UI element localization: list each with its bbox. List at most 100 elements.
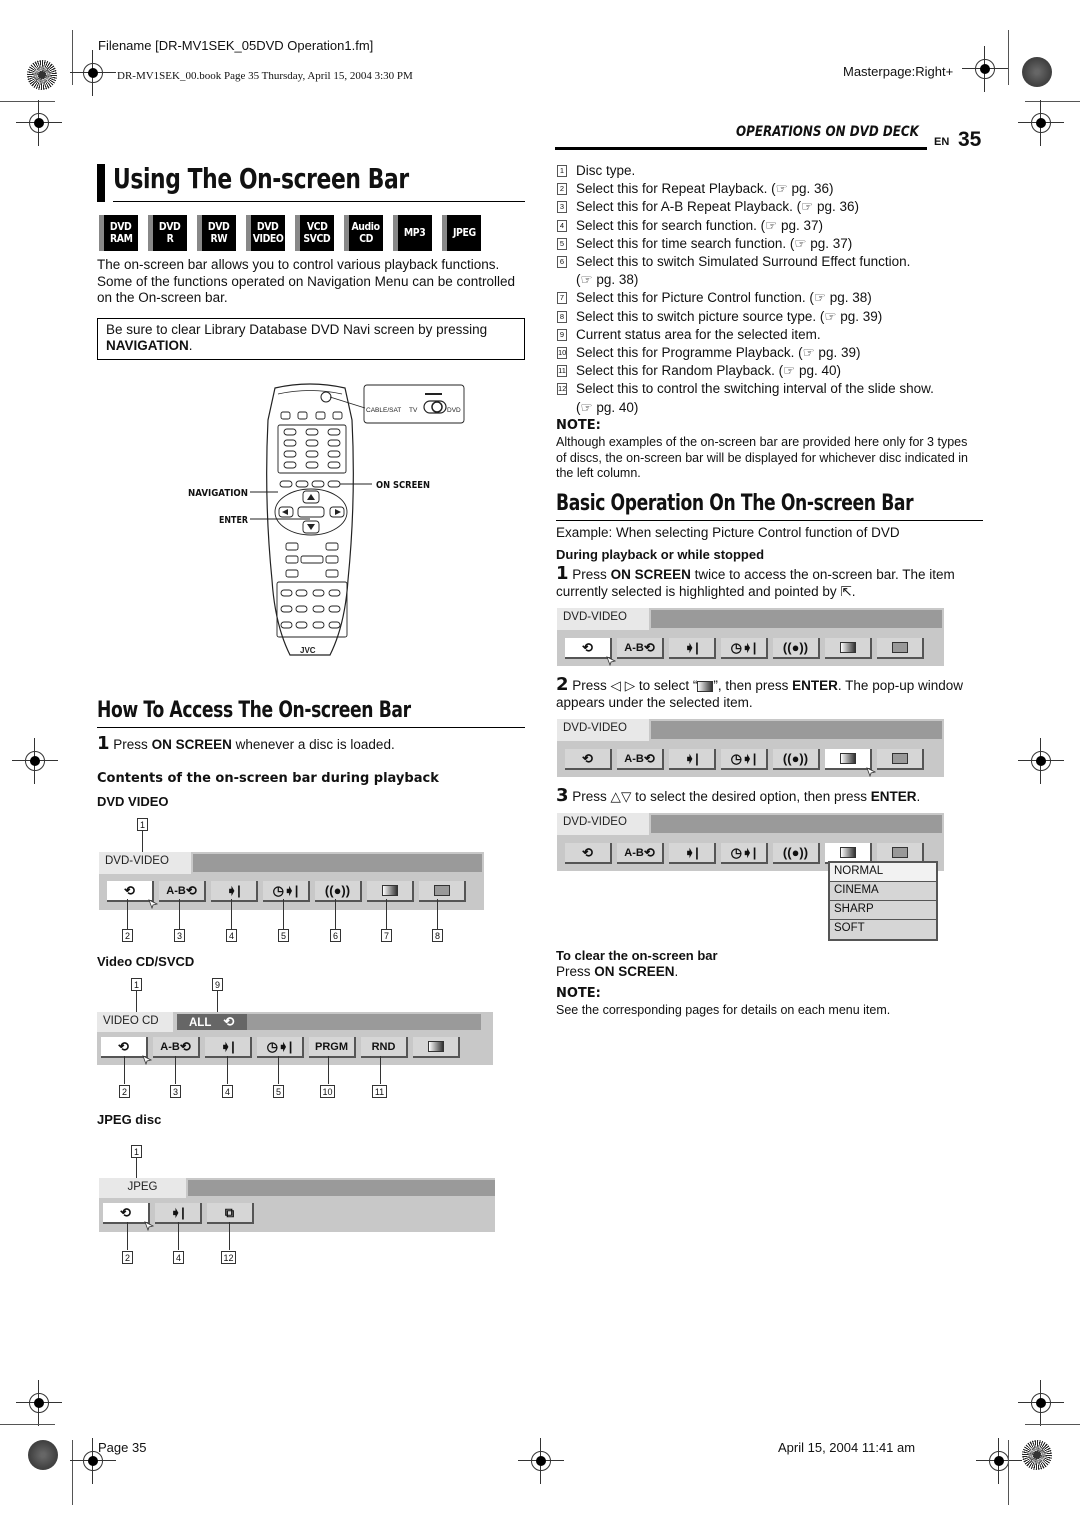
- repeat-button[interactable]: ⟲: [103, 1203, 154, 1231]
- popup-option-sharp[interactable]: SHARP: [830, 901, 936, 920]
- picture-control-button[interactable]: [825, 749, 876, 777]
- picture-source-button[interactable]: [877, 638, 924, 659]
- callout-line: [328, 1056, 329, 1084]
- search-button[interactable]: ➧|: [669, 843, 716, 864]
- search-button[interactable]: ➧|: [669, 749, 716, 770]
- ab-repeat-button[interactable]: A-B ⟲: [617, 843, 664, 864]
- bar-disc-label: DVD-VIDEO: [557, 719, 649, 741]
- badge-dvd-rw: DVD RW: [197, 215, 236, 251]
- legend-item: 10 Select this for Programme Playback. (☞…: [557, 345, 861, 361]
- repeat-button[interactable]: ⟲: [101, 1037, 152, 1065]
- surround-button[interactable]: ((●)): [773, 843, 820, 864]
- subheading-playback: During playback or while stopped: [556, 547, 765, 562]
- search-button[interactable]: ➧|: [211, 881, 258, 902]
- random-button[interactable]: RND: [361, 1037, 408, 1058]
- callout-line: [178, 1222, 179, 1250]
- picture-control-button[interactable]: [367, 881, 414, 902]
- repeat-button[interactable]: ⟲: [107, 881, 158, 909]
- language-label: EN: [934, 136, 950, 148]
- callout-2: 2: [119, 1085, 130, 1098]
- callout-line: [124, 1056, 125, 1084]
- surround-button[interactable]: ((●)): [315, 881, 362, 902]
- time-search-button[interactable]: ◷➧|: [263, 881, 310, 902]
- remote-brand-logo: JVC: [300, 646, 316, 655]
- crop-mark: [1025, 1424, 1080, 1425]
- time-search-button[interactable]: ◷➧|: [721, 638, 768, 659]
- callout-11: 11: [372, 1085, 387, 1098]
- bar-disc-label: JPEG: [99, 1178, 186, 1198]
- picture-control-button[interactable]: [413, 1037, 460, 1058]
- callout-line: [278, 1056, 279, 1084]
- legend-item: 4 Select this for search function. (☞ pg.…: [557, 217, 987, 235]
- status-strip: [193, 854, 482, 872]
- picture-source-button[interactable]: [877, 749, 924, 770]
- picture-source-button[interactable]: [419, 881, 466, 902]
- step1-onscreen-bar: DVD-VIDEO ⟲ A-B ⟲ ➧| ◷➧| ((●)): [557, 608, 944, 666]
- picture-source-icon: [433, 885, 450, 896]
- programme-button[interactable]: PRGM: [309, 1037, 356, 1058]
- heading-how-to-access: How To Access The On-screen Bar: [97, 698, 411, 723]
- repeat-icon: ⟲: [179, 1039, 191, 1054]
- surround-icon: ((●)): [782, 845, 809, 860]
- badge-jpeg: JPEG: [442, 215, 481, 251]
- search-button[interactable]: ➧|: [155, 1203, 202, 1224]
- callout-4: 4: [222, 1085, 233, 1098]
- time-search-button[interactable]: ◷➧|: [257, 1037, 304, 1058]
- ab-repeat-button[interactable]: A-B ⟲: [159, 881, 206, 902]
- surround-button[interactable]: ((●)): [773, 638, 820, 659]
- clock-skip-icon: ◷➧|: [730, 640, 757, 655]
- skip-search-icon: ➧|: [684, 640, 699, 655]
- popup-option-soft[interactable]: SOFT: [830, 920, 936, 939]
- surround-icon: ((●)): [782, 640, 809, 655]
- repeat-button[interactable]: ⟲: [565, 638, 616, 666]
- picture-control-icon: [381, 885, 398, 896]
- time-search-button[interactable]: ◷➧|: [721, 843, 768, 864]
- registration-disc: [1022, 57, 1052, 87]
- repeat-button[interactable]: ⟲: [565, 749, 612, 770]
- registration-sunburst: [27, 60, 57, 90]
- legend-item: 1 Disc type.: [557, 162, 987, 180]
- callout-8: 8: [432, 929, 443, 942]
- repeat-icon: ⟲: [643, 751, 655, 766]
- legend-item: 3 Select this for A-B Repeat Playback. (☞…: [557, 198, 987, 216]
- ab-repeat-button[interactable]: A-B ⟲: [153, 1037, 200, 1058]
- legend-item: 9 Current status area for the selected it…: [557, 326, 987, 344]
- callout-line: [179, 899, 180, 929]
- popup-option-normal[interactable]: NORMAL: [830, 863, 936, 882]
- search-button[interactable]: ➧|: [205, 1037, 252, 1058]
- callout-line: [231, 899, 232, 929]
- repeat-button[interactable]: ⟲: [565, 843, 612, 864]
- popup-option-cinema[interactable]: CINEMA: [830, 882, 936, 901]
- note-text: Be sure to clear Library Database DVD Na…: [106, 322, 488, 337]
- print-filename: Filename [DR-MV1SEK_05DVD Operation1.fm]: [98, 38, 374, 53]
- search-button[interactable]: ➧|: [669, 638, 716, 659]
- callout-line: [283, 899, 284, 929]
- clear-instruction: Press ON SCREEN.: [556, 964, 679, 979]
- contents-heading: Contents of the on-screen bar during pla…: [97, 771, 439, 786]
- registration-mark: [518, 1438, 564, 1484]
- ab-repeat-button[interactable]: A-B ⟲: [617, 638, 664, 659]
- surround-button[interactable]: ((●)): [773, 749, 820, 770]
- registration-mark: [962, 46, 1008, 92]
- callout-line: [437, 899, 438, 929]
- registration-mark: [70, 50, 116, 96]
- basic-step-1: 1 Press ON SCREEN twice to access the on…: [556, 563, 955, 599]
- legend-item: 6 Select this to switch Simulated Surroun…: [557, 253, 987, 289]
- time-search-button[interactable]: ◷➧|: [721, 749, 768, 770]
- skip-search-icon: ➧|: [226, 883, 241, 898]
- dvd-video-onscreen-bar: DVD-VIDEO ⟲ A-B ⟲ ➧| ◷➧| ((●)): [99, 852, 484, 910]
- surround-icon: ((●)): [324, 883, 351, 898]
- callout-1: 1: [131, 1145, 142, 1158]
- picture-source-icon: [891, 847, 908, 858]
- intro-paragraph: The on-screen bar allows you to control …: [97, 257, 516, 305]
- crop-mark: [0, 1424, 55, 1425]
- slide-show-interval-button[interactable]: ⧉: [207, 1203, 254, 1224]
- callout-line: [136, 991, 137, 1013]
- ab-repeat-button[interactable]: A-B ⟲: [617, 749, 664, 770]
- registration-mark: [1018, 100, 1064, 146]
- badge-dvd-r: DVD R: [148, 215, 187, 251]
- crop-mark: [72, 1440, 73, 1505]
- badge-audio-cd: Audio CD: [344, 215, 383, 251]
- picture-control-button[interactable]: [825, 638, 872, 659]
- legend-item: 8 Select this to switch picture source ty…: [557, 308, 987, 326]
